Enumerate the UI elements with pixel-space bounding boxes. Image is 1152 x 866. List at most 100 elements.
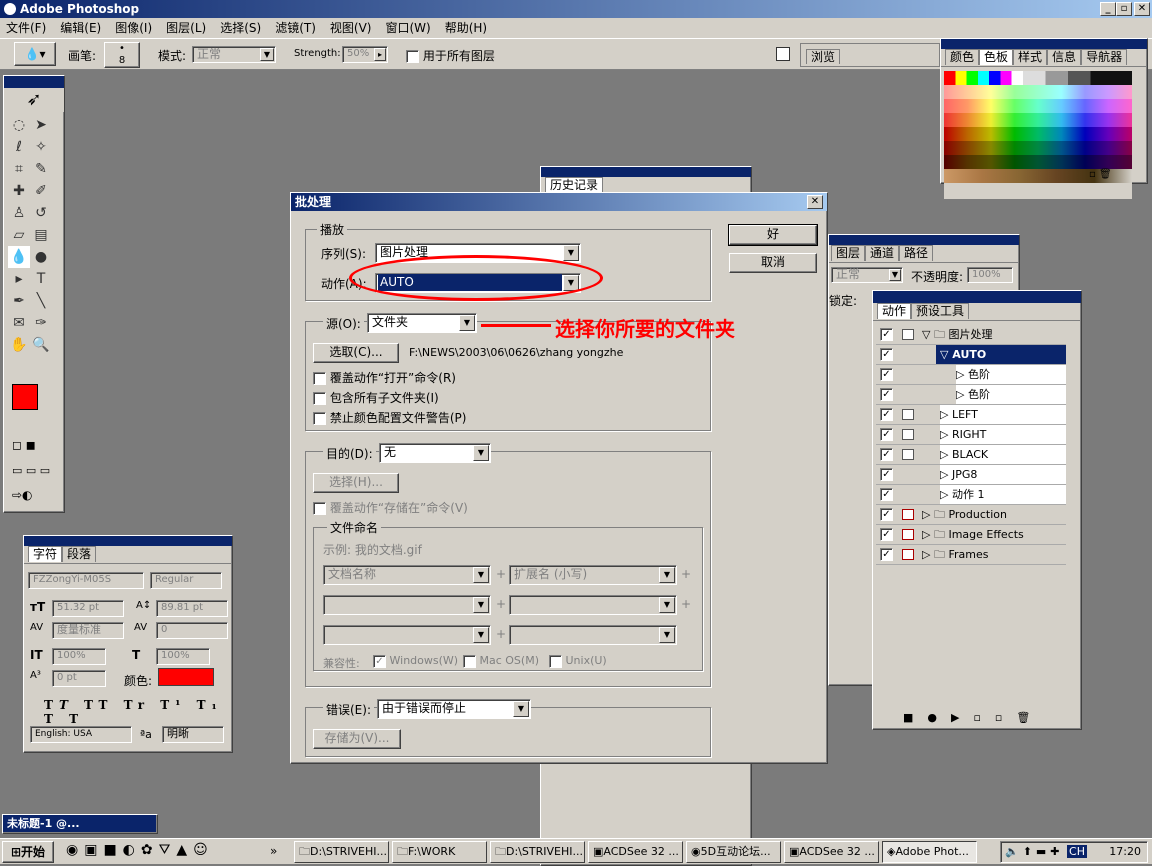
tab-character[interactable]: 字符 bbox=[28, 546, 63, 562]
task-button[interactable]: ◉5D互动论坛... bbox=[686, 841, 781, 863]
menu-image[interactable]: 图像(I) bbox=[115, 21, 152, 35]
text-color-swatch[interactable] bbox=[158, 668, 214, 686]
tab-swatches[interactable]: 色板 bbox=[979, 49, 1014, 65]
task-button[interactable]: 🗀F:\WORK bbox=[392, 841, 487, 863]
eyedropper-icon[interactable]: ✑ bbox=[30, 312, 52, 334]
type-icon[interactable]: T bbox=[30, 268, 52, 290]
compat-unix-option[interactable]: Unix(U) bbox=[549, 654, 607, 668]
cancel-button[interactable]: 取消 bbox=[729, 253, 817, 273]
tool-preset-picker[interactable]: 💧▾ bbox=[14, 42, 56, 66]
magic-wand-icon[interactable]: ✧ bbox=[30, 136, 52, 158]
source-choose-button[interactable]: 选取(C)... bbox=[313, 343, 399, 363]
layer-blend-mode[interactable]: 正常 ▼ bbox=[831, 267, 903, 283]
override-open-option[interactable]: 覆盖动作“打开”命令(R) bbox=[313, 369, 456, 386]
naming-field-5[interactable]: ▼ bbox=[323, 625, 491, 645]
minimized-document[interactable]: 未标题-1 @... bbox=[2, 814, 158, 834]
quicklaunch-more-icon[interactable]: » bbox=[270, 844, 277, 858]
override-open-checkbox[interactable] bbox=[313, 372, 326, 385]
marquee-icon[interactable]: ◌ bbox=[8, 114, 30, 136]
font-family-select[interactable]: FZZongYi-M05S bbox=[28, 572, 144, 589]
override-save-checkbox[interactable] bbox=[313, 502, 326, 515]
compat-mac-checkbox[interactable] bbox=[463, 654, 476, 668]
include-subfolders-option[interactable]: 包含所有子文件夹(I) bbox=[313, 389, 439, 406]
strength-input[interactable]: 50% ▸ bbox=[342, 46, 388, 63]
blur-icon[interactable]: 💧 bbox=[8, 246, 30, 268]
menu-layer[interactable]: 图层(L) bbox=[166, 21, 206, 35]
screen-mode-icon[interactable]: ▭ ▭ ▭ bbox=[12, 464, 62, 480]
imageready-icon[interactable]: ⇨◐ bbox=[12, 488, 62, 506]
naming-field-3[interactable]: ▼ bbox=[323, 595, 491, 615]
tab-tool-presets[interactable]: 预设工具 bbox=[911, 303, 970, 319]
tab-paragraph[interactable]: 段落 bbox=[62, 546, 97, 562]
destination-choose-button[interactable]: 选择(H)... bbox=[313, 473, 399, 493]
task-button[interactable]: 🗀D:\STRIVEHI... bbox=[490, 841, 585, 863]
menu-edit[interactable]: 编辑(E) bbox=[60, 21, 101, 35]
action-row-selected[interactable]: ✓ ▽ AUTO bbox=[876, 345, 1066, 365]
errors-select[interactable]: 由于错误而停止 ▼ bbox=[377, 699, 531, 719]
tab-info[interactable]: 信息 bbox=[1047, 49, 1082, 65]
crop-icon[interactable]: ⌗ bbox=[8, 158, 30, 180]
source-select[interactable]: 文件夹 ▼ bbox=[367, 313, 477, 333]
tab-actions[interactable]: 动作 bbox=[877, 303, 912, 319]
close-button[interactable]: ✕ bbox=[1134, 2, 1150, 16]
type-style-buttons[interactable]: TT TT Tr T¹ T₁ T T bbox=[44, 698, 232, 726]
tab-styles[interactable]: 样式 bbox=[1013, 49, 1048, 65]
adobe-logo-icon[interactable]: ➶ bbox=[4, 88, 64, 112]
antialias-select[interactable]: 明晰 bbox=[162, 726, 224, 743]
suppress-warnings-option[interactable]: 禁止颜色配置文件警告(P) bbox=[313, 409, 466, 426]
action-row[interactable]: ✓ ▷ RIGHT bbox=[876, 425, 1066, 445]
all-layers-option[interactable]: 用于所有图层 bbox=[406, 47, 495, 64]
restore-button[interactable]: ▫ bbox=[1116, 2, 1132, 16]
override-save-option[interactable]: 覆盖动作“存储在”命令(V) bbox=[313, 499, 468, 516]
opacity-input[interactable]: 100% bbox=[967, 267, 1013, 283]
task-button[interactable]: ▣ACDSee 32 ... bbox=[588, 841, 683, 863]
mode-select[interactable]: 正常 ▼ bbox=[192, 46, 276, 63]
pen-icon[interactable]: ✒ bbox=[8, 290, 30, 312]
tab-color[interactable]: 颜色 bbox=[945, 49, 980, 65]
action-set-row[interactable]: ✓ ▷ 🗀 Image Effects bbox=[876, 525, 1066, 545]
history-brush-icon[interactable]: ↺ bbox=[30, 202, 52, 224]
tray-icons[interactable]: 🔈⬆▬✚ bbox=[1005, 845, 1064, 858]
tab-channels[interactable]: 通道 bbox=[865, 245, 900, 261]
tab-history[interactable]: 历史记录 bbox=[545, 177, 604, 193]
path-select-icon[interactable]: ▸ bbox=[8, 268, 30, 290]
action-set-row[interactable]: ✓ ▷ 🗀 Frames bbox=[876, 545, 1066, 565]
task-button[interactable]: ▣ACDSee 32 ... bbox=[784, 841, 879, 863]
tab-navigator[interactable]: 导航器 bbox=[1081, 49, 1128, 65]
tracking-input[interactable]: 0 bbox=[156, 622, 228, 639]
vscale-input[interactable]: 100% bbox=[52, 648, 106, 665]
brush-picker[interactable]: • 8 bbox=[104, 42, 140, 68]
lasso-icon[interactable]: ℓ bbox=[8, 136, 30, 158]
naming-field-1[interactable]: 文档名称 ▼ bbox=[323, 565, 491, 585]
naming-field-4[interactable]: ▼ bbox=[509, 595, 677, 615]
dodge-icon[interactable]: ● bbox=[30, 246, 52, 268]
naming-field-2[interactable]: 扩展名 (小写) ▼ bbox=[509, 565, 677, 585]
menu-window[interactable]: 窗口(W) bbox=[385, 21, 430, 35]
action-row[interactable]: ✓ ▷ LEFT bbox=[876, 405, 1066, 425]
tab-browse[interactable]: 浏览 bbox=[806, 49, 841, 64]
action-step-row[interactable]: ✓ ▷ 色阶 bbox=[876, 385, 1066, 405]
notes-icon[interactable]: ✉ bbox=[8, 312, 30, 334]
task-button-active[interactable]: ◈Adobe Phot... bbox=[882, 841, 977, 863]
move-icon[interactable]: ➤ bbox=[30, 114, 52, 136]
start-button[interactable]: ⊞开始 bbox=[2, 841, 54, 863]
foreground-color-swatch[interactable] bbox=[12, 384, 38, 410]
all-layers-checkbox[interactable] bbox=[406, 50, 419, 63]
gradient-icon[interactable]: ▤ bbox=[30, 224, 52, 246]
menu-filter[interactable]: 滤镜(T) bbox=[275, 21, 316, 35]
dialog-close-button[interactable]: ✕ bbox=[807, 195, 823, 209]
menu-file[interactable]: 文件(F) bbox=[6, 21, 46, 35]
font-style-select[interactable]: Regular bbox=[150, 572, 222, 589]
slice-icon[interactable]: ✎ bbox=[30, 158, 52, 180]
kerning-select[interactable]: 度量标准 bbox=[52, 622, 124, 639]
menu-view[interactable]: 视图(V) bbox=[330, 21, 372, 35]
tab-layers[interactable]: 图层 bbox=[831, 245, 866, 261]
action-row[interactable]: ✓ ▷ JPG8 bbox=[876, 465, 1066, 485]
font-size-input[interactable]: 51.32 pt bbox=[52, 600, 124, 617]
compat-unix-checkbox[interactable] bbox=[549, 654, 562, 668]
leading-input[interactable]: 89.81 pt bbox=[156, 600, 228, 617]
palette-well-icon[interactable] bbox=[776, 47, 790, 61]
ok-button[interactable]: 好 bbox=[728, 224, 818, 246]
quicklaunch[interactable]: ◉▣■◐✿⛛▲☺ bbox=[66, 842, 214, 858]
line-icon[interactable]: ╲ bbox=[30, 290, 52, 312]
